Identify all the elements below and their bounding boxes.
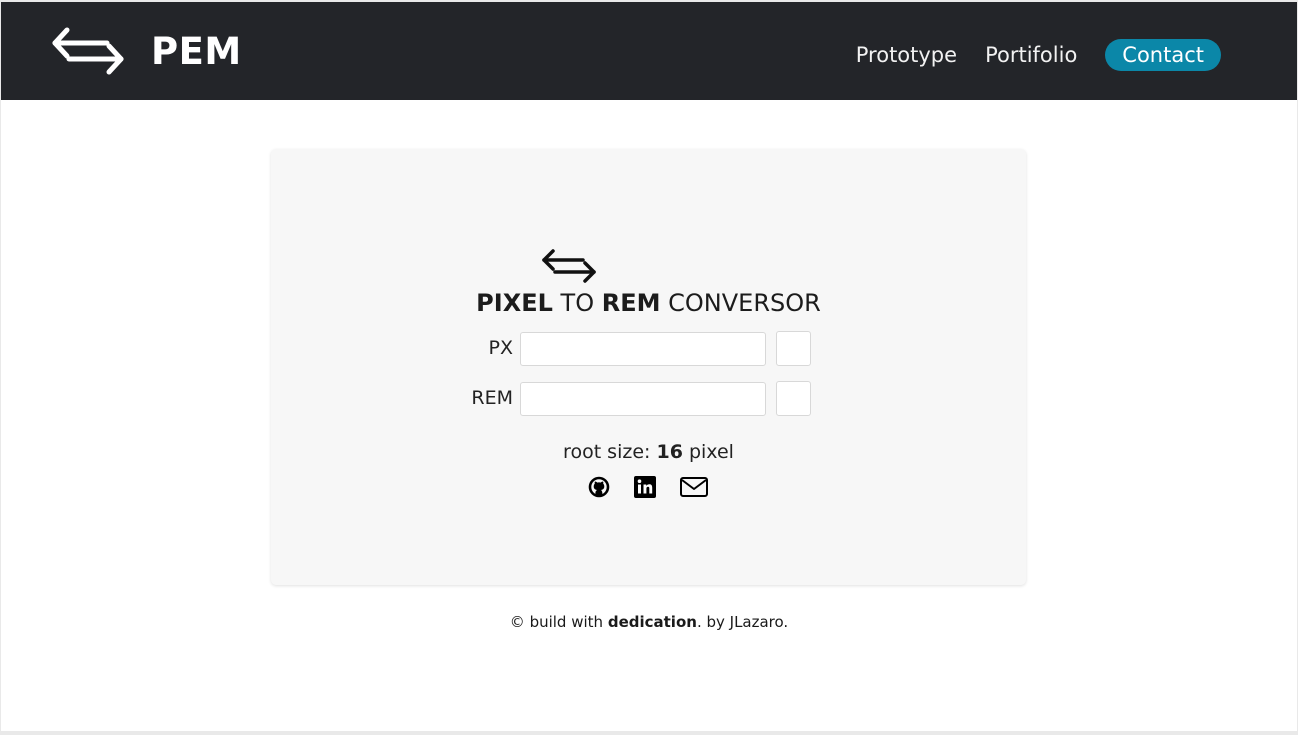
converter-card: PIXEL TO REM CONVERSOR PX REM root size:… (271, 149, 1026, 585)
linkedin-icon[interactable] (633, 475, 657, 499)
contact-button[interactable]: Contact (1105, 39, 1221, 71)
social-links (587, 475, 709, 499)
swap-arrows-icon (52, 27, 124, 75)
mail-icon[interactable] (679, 475, 709, 499)
root-size-value: 16 (656, 441, 683, 463)
brand-link[interactable]: PEM (51, 24, 242, 78)
page: PEM Prototype Portifolio Contact PIXEL T… (1, 2, 1297, 731)
converter-title: PIXEL TO REM CONVERSOR (271, 289, 1026, 317)
nav-link-portifolio[interactable]: Portifolio (985, 43, 1077, 67)
root-size-suffix: pixel (688, 441, 734, 463)
title-rem: REM (601, 289, 661, 317)
navbar: PEM Prototype Portifolio Contact (1, 2, 1297, 100)
footer-suffix: . by JLazaro. (696, 613, 789, 631)
nav-link-prototype[interactable]: Prototype (856, 43, 957, 67)
title-conversor: CONVERSOR (668, 289, 821, 317)
title-pixel: PIXEL (476, 289, 553, 317)
rem-label: REM (471, 387, 513, 409)
footer-emphasis: dedication (607, 613, 697, 631)
root-size-prefix: root size: (563, 441, 651, 463)
title-to: TO (560, 289, 595, 317)
root-size-text: root size: 16 pixel (271, 441, 1026, 463)
github-icon[interactable] (587, 475, 611, 499)
nav-links: Prototype Portifolio Contact (856, 37, 1221, 73)
footer-prefix: © build with (509, 613, 604, 631)
rem-input[interactable] (520, 382, 766, 416)
px-input[interactable] (520, 332, 766, 366)
swap-arrows-icon (542, 249, 596, 283)
px-action-button[interactable] (776, 331, 811, 366)
rem-action-button[interactable] (776, 381, 811, 416)
px-label: PX (488, 337, 513, 359)
footer: © build with dedication. by JLazaro. (1, 613, 1297, 631)
brand-name: PEM (151, 29, 242, 73)
